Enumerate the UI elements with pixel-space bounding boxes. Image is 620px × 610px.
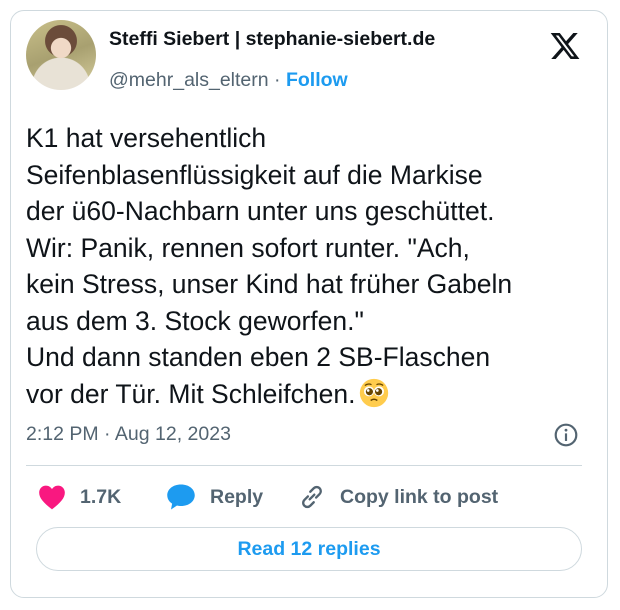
like-count: 1.7K [80, 485, 122, 508]
info-icon[interactable] [553, 422, 579, 448]
tweet-time: 2:12 PM [26, 423, 99, 445]
reply-button[interactable]: Reply [166, 480, 263, 514]
follow-button[interactable]: Follow [286, 69, 348, 91]
copy-link-button[interactable]: Copy link to post [298, 480, 498, 514]
copy-link-label: Copy link to post [340, 485, 499, 508]
handle-separator: · [274, 69, 281, 91]
speech-bubble-icon [167, 484, 195, 510]
author-handle-row: @mehr_als_eltern · Follow [109, 69, 348, 92]
author-handle[interactable]: @mehr_als_eltern [109, 69, 269, 91]
x-logo-icon[interactable] [548, 30, 582, 62]
read-replies-label: Read 12 replies [237, 537, 381, 560]
divider [26, 465, 582, 466]
tweet-timestamp[interactable]: 2:12 PM · Aug 12, 2023 [26, 423, 231, 446]
reply-label: Reply [210, 485, 264, 508]
tweet-date: Aug 12, 2023 [114, 423, 231, 445]
author-name[interactable]: Steffi Siebert | stephanie-siebert.de [109, 28, 435, 51]
tweet-text: K1 hat versehentlich Seifenblasenflüssig… [26, 123, 513, 409]
tweet-text-block: K1 hat versehentlich Seifenblasenflüssig… [26, 120, 586, 412]
avatar[interactable] [26, 20, 96, 90]
pleading-face-emoji [360, 378, 389, 407]
heart-icon [39, 485, 65, 510]
date-separator: · [104, 423, 111, 445]
like-button[interactable]: 1.7K [38, 480, 121, 514]
read-replies-button[interactable]: Read 12 replies [36, 527, 582, 571]
link-icon [302, 485, 322, 509]
